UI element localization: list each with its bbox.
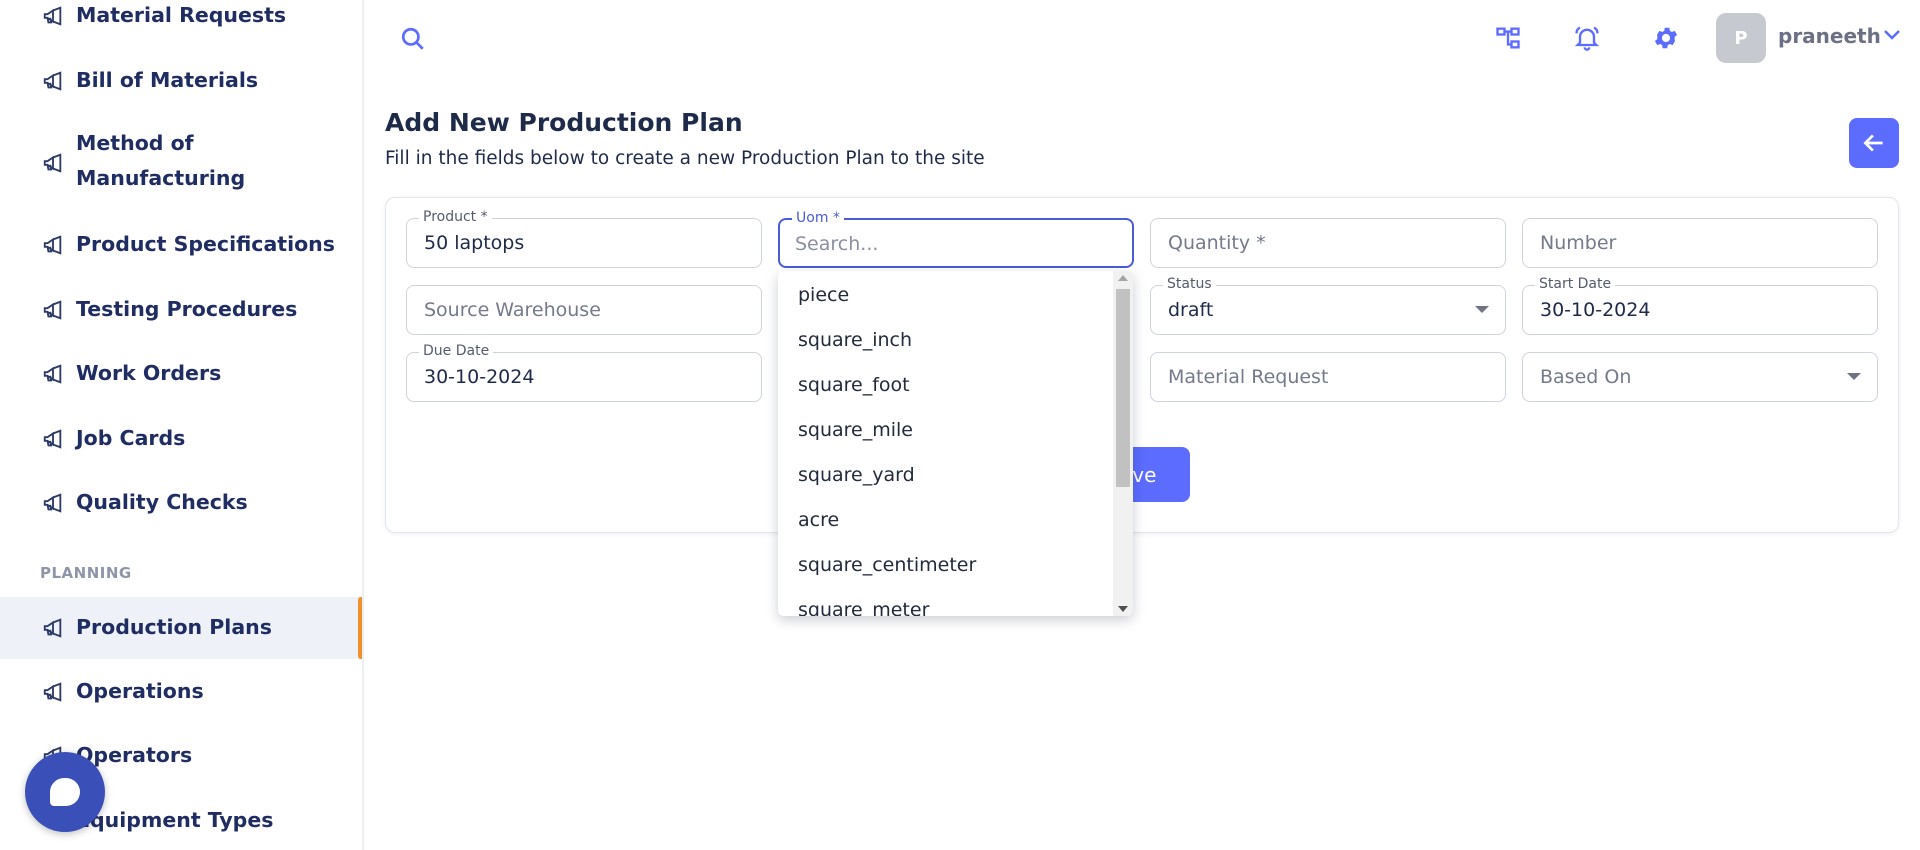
username[interactable]: praneeth [1778, 24, 1881, 48]
sidebar-item-material-requests[interactable]: Material Requests [0, 0, 362, 34]
uom-field[interactable]: Uom * [778, 210, 1134, 268]
quantity-field[interactable]: Quantity * [1150, 218, 1506, 268]
sidebar-item-label: Material Requests [76, 3, 287, 27]
sidebar-item-label: Job Cards [76, 426, 186, 450]
chat-icon [50, 778, 80, 806]
megaphone-icon [42, 428, 64, 450]
material-request-field[interactable]: Material Request [1150, 352, 1506, 402]
sidebar-item-production-plans[interactable]: Production Plans [0, 597, 362, 659]
megaphone-icon [42, 70, 64, 92]
dropdown-option[interactable]: square_meter [778, 586, 1113, 617]
caret-down-icon [1475, 306, 1489, 313]
chat-widget-button[interactable] [25, 752, 105, 832]
megaphone-icon [42, 617, 64, 639]
dropdown-option[interactable]: square_centimeter [778, 541, 1113, 586]
quantity-placeholder: Quantity * [1168, 232, 1266, 254]
sidebar-item-product-specifications[interactable]: Product Specifications [0, 226, 362, 264]
sidebar-item-label: Quality Checks [76, 490, 248, 514]
megaphone-icon [42, 5, 64, 27]
megaphone-icon [42, 681, 64, 703]
start-date-field[interactable]: Start Date 30-10-2024 [1522, 276, 1878, 335]
page-title: Add New Production Plan [385, 108, 743, 137]
due-date-value: 30-10-2024 [424, 366, 535, 388]
product-field[interactable]: Product * 50 laptops [406, 209, 762, 268]
back-button[interactable] [1849, 118, 1899, 168]
number-placeholder: Number [1540, 232, 1617, 254]
due-date-field[interactable]: Due Date 30-10-2024 [406, 343, 762, 402]
topbar: P praneeth [364, 0, 1920, 78]
megaphone-icon [42, 234, 64, 256]
sidebar: Material Requests Bill of Materials Meth… [0, 0, 364, 850]
dropdown-option[interactable]: square_yard [778, 451, 1113, 496]
sidebar-item-label: Product Specifications [76, 232, 335, 256]
search-icon[interactable] [400, 26, 426, 52]
material-request-placeholder: Material Request [1168, 366, 1329, 388]
status-label: Status [1163, 276, 1216, 292]
page-subtitle: Fill in the fields below to create a new… [385, 148, 985, 169]
start-date-value: 30-10-2024 [1540, 299, 1651, 321]
sidebar-item-method-of-manufacturing[interactable]: Method of Manufacturing [0, 126, 362, 200]
dropdown-option[interactable]: square_inch [778, 316, 1113, 361]
number-field[interactable]: Number [1522, 218, 1878, 268]
sidebar-item-job-cards[interactable]: Job Cards [0, 420, 362, 458]
based-on-placeholder: Based On [1540, 366, 1632, 388]
status-select[interactable]: Status draft [1150, 276, 1506, 335]
uom-search-input[interactable] [795, 230, 1115, 258]
product-value: 50 laptops [424, 232, 525, 254]
scroll-down-arrow-icon[interactable] [1118, 606, 1128, 612]
megaphone-icon [42, 363, 64, 385]
bell-icon[interactable] [1571, 22, 1603, 54]
dropdown-options: piece square_inch square_foot square_mil… [778, 271, 1113, 617]
due-date-label: Due Date [419, 343, 494, 359]
status-value: draft [1168, 299, 1214, 321]
sidebar-item-label: Bill of Materials [76, 68, 259, 92]
dropdown-option[interactable]: square_mile [778, 406, 1113, 451]
sidebar-item-label: Production Plans [76, 615, 272, 639]
dropdown-scrollbar[interactable] [1113, 271, 1133, 616]
megaphone-icon [42, 152, 64, 174]
sidebar-item-testing-procedures[interactable]: Testing Procedures [0, 291, 362, 329]
megaphone-icon [42, 492, 64, 514]
chevron-down-icon[interactable] [1880, 22, 1904, 46]
product-label: Product * [419, 209, 492, 225]
sidebar-item-label: Operations [76, 679, 204, 703]
section-label-planning: PLANNING [40, 564, 132, 582]
scrollbar-thumb[interactable] [1116, 289, 1130, 487]
avatar[interactable]: P [1716, 13, 1766, 63]
arrow-left-icon [1863, 134, 1883, 152]
dropdown-option[interactable]: square_foot [778, 361, 1113, 406]
caret-down-icon [1847, 373, 1861, 380]
source-warehouse-placeholder: Source Warehouse [424, 299, 601, 321]
dropdown-option[interactable]: acre [778, 496, 1113, 541]
uom-dropdown-list: piece square_inch square_foot square_mil… [778, 271, 1133, 616]
based-on-select[interactable]: Based On [1522, 352, 1878, 402]
uom-label: Uom * [792, 210, 844, 226]
sidebar-item-label: Method of Manufacturing [76, 131, 246, 190]
sidebar-item-label: Testing Procedures [76, 297, 298, 321]
source-warehouse-field[interactable]: Source Warehouse [406, 285, 762, 335]
gear-icon[interactable] [1650, 22, 1682, 54]
scroll-up-arrow-icon[interactable] [1118, 275, 1128, 281]
sidebar-item-operations[interactable]: Operations [0, 673, 362, 711]
sidebar-item-label: Equipment Types [76, 808, 274, 832]
hierarchy-icon[interactable] [1492, 22, 1524, 54]
sidebar-item-bill-of-materials[interactable]: Bill of Materials [0, 62, 362, 100]
dropdown-option[interactable]: piece [778, 271, 1113, 316]
sidebar-item-label: Work Orders [76, 361, 222, 385]
sidebar-item-quality-checks[interactable]: Quality Checks [0, 484, 362, 522]
start-date-label: Start Date [1535, 276, 1616, 292]
sidebar-item-work-orders[interactable]: Work Orders [0, 355, 362, 393]
megaphone-icon [42, 299, 64, 321]
